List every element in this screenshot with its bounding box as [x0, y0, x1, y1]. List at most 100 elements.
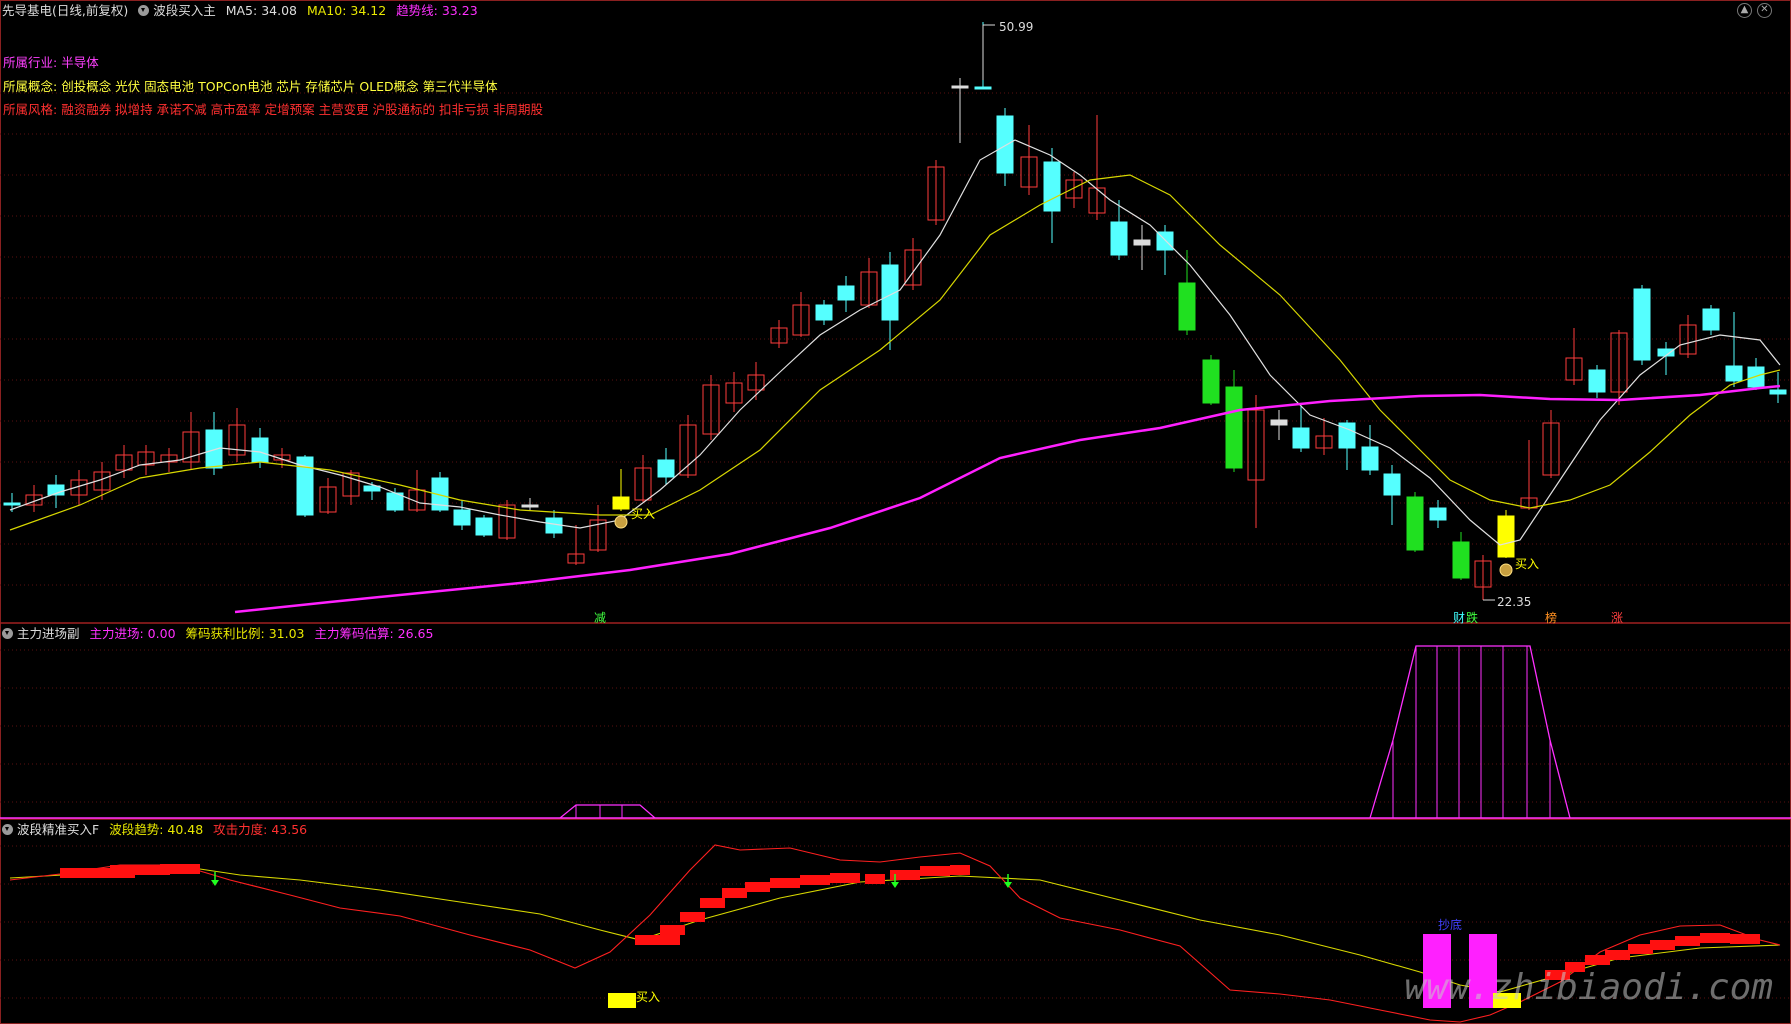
money-bag-icon — [614, 515, 628, 529]
bottom-fishing-label: 抄底 — [1438, 918, 1463, 932]
up-arrow-icon[interactable]: ▲ — [1737, 3, 1752, 18]
attack-block — [770, 878, 800, 888]
candle-body — [521, 504, 539, 508]
ma10-line — [9, 174, 1781, 531]
wave-trend-value: 波段趋势: 40.48 — [109, 822, 204, 837]
candle-body — [1133, 239, 1151, 246]
dropdown-icon[interactable] — [138, 5, 150, 16]
candle-body — [1747, 366, 1765, 388]
dropdown-icon[interactable] — [2, 628, 13, 639]
low-price-label: 22.35 — [1497, 595, 1532, 609]
tag-reduce[interactable]: 减 — [594, 609, 606, 626]
panel3-header: 波段精准买入F 波段趋势: 40.48 攻击力度: 43.56 — [2, 821, 313, 839]
attack-block — [722, 888, 747, 898]
attack-block — [830, 873, 860, 883]
candle-body — [657, 459, 675, 478]
tag-list[interactable]: 榜 — [1545, 609, 1557, 626]
attack-block — [660, 925, 685, 935]
ma5-line — [9, 139, 1781, 546]
ma10-value: MA10: 34.12 — [306, 3, 387, 18]
candle-body — [612, 496, 630, 510]
candle-body — [1225, 386, 1243, 469]
tag-fall[interactable]: 跌 — [1466, 609, 1478, 626]
candle-body — [1702, 308, 1720, 331]
dropdown-icon[interactable] — [2, 824, 13, 835]
style-line: 所属风格: 融资融券 拟增持 承诺不减 高市盈率 定增预案 主营变更 沪股通标的… — [3, 102, 543, 117]
attack-block — [920, 866, 950, 876]
main-panel-header: 先导基电(日线,前复权) 波段买入主 MA5: 34.08 MA10: 34.1… — [2, 2, 484, 20]
industry-line: 所属行业: 半导体 — [3, 55, 99, 70]
down-arrow-icon — [891, 882, 899, 888]
close-icon[interactable]: ✕ — [1757, 3, 1772, 18]
attack-block — [1700, 933, 1730, 943]
candle-body — [1497, 515, 1515, 558]
candle-body — [974, 86, 992, 90]
attack-block — [1605, 950, 1630, 960]
candle-body — [951, 85, 969, 89]
candle-body — [1725, 365, 1743, 382]
candle-body — [1178, 282, 1196, 331]
panel2-dropdown[interactable]: 主力进场副 — [2, 626, 80, 641]
candle-body — [1406, 496, 1424, 551]
buy-label: 买入 — [1515, 557, 1540, 571]
tag-finance[interactable]: 财 — [1453, 609, 1465, 626]
buy-block — [608, 993, 636, 1008]
down-arrow-icon — [1004, 882, 1012, 888]
money-bag-icon — [1499, 563, 1513, 577]
panel3-dropdown[interactable]: 波段精准买入F — [2, 822, 99, 837]
trend-value: 趋势线: 33.23 — [396, 3, 478, 18]
candle-body — [1292, 427, 1310, 449]
candle-body — [1769, 389, 1787, 395]
attack-block — [1675, 936, 1700, 946]
attack-block — [865, 874, 885, 884]
mini-bump — [559, 804, 656, 819]
candle-body — [1270, 419, 1288, 426]
attack-block — [160, 864, 200, 874]
candle-body — [1633, 288, 1651, 361]
candle-body — [837, 285, 855, 301]
candle-body — [1429, 507, 1447, 521]
attack-block — [745, 882, 770, 892]
candle-body — [1383, 473, 1401, 496]
attack-block — [635, 935, 680, 945]
candle-body — [475, 517, 493, 536]
candle-body — [815, 304, 833, 321]
trend-line — [234, 384, 1781, 614]
candle-body — [1110, 221, 1128, 256]
candle-body — [1361, 446, 1379, 471]
concept-line: 所属概念: 创投概念 光伏 固态电池 TOPCon电池 芯片 存储芯片 OLED… — [3, 79, 498, 94]
stock-name[interactable]: 先导基电(日线,前复权) — [2, 3, 128, 18]
candle-body — [3, 502, 21, 506]
attack-block — [800, 875, 830, 885]
chart-canvas[interactable] — [0, 0, 1791, 1024]
candle-body — [1452, 541, 1470, 579]
attack-block — [680, 912, 705, 922]
chart-window[interactable]: 先导基电(日线,前复权) 波段买入主 MA5: 34.08 MA10: 34.1… — [0, 0, 1791, 1024]
panel2-header: 主力进场副 主力进场: 0.00 筹码获利比例: 31.03 主力筹码估算: 2… — [2, 625, 439, 643]
main-entry-area — [1369, 645, 1571, 819]
profit-ratio-value: 筹码获利比例: 31.03 — [185, 626, 305, 641]
attack-block — [1628, 944, 1653, 954]
candle-body — [205, 429, 223, 469]
tag-rise[interactable]: 涨 — [1611, 609, 1623, 626]
main-entry-value: 主力进场: 0.00 — [89, 626, 176, 641]
attack-block — [1650, 940, 1675, 950]
attack-value: 攻击力度: 43.56 — [213, 822, 308, 837]
candle-body — [1588, 369, 1606, 393]
attack-block — [1730, 934, 1760, 944]
chip-estimate-value: 主力筹码估算: 26.65 — [314, 626, 434, 641]
attack-block — [950, 865, 970, 875]
candle-body — [1202, 359, 1220, 404]
high-price-label: 50.99 — [999, 20, 1034, 34]
watermark: www.zhibiaodi.com — [1404, 967, 1773, 1008]
buy-label: 买入 — [631, 507, 656, 521]
candle-body — [1043, 161, 1061, 212]
panel3-buy-label: 买入 — [636, 990, 661, 1004]
down-arrow-icon — [211, 880, 219, 886]
indicator-dropdown[interactable]: 波段买入主 — [138, 3, 216, 18]
candle-body — [453, 509, 471, 526]
attack-block — [700, 898, 725, 908]
candle-body — [996, 115, 1014, 174]
ma5-value: MA5: 34.08 — [225, 3, 297, 18]
candle-body — [251, 437, 269, 463]
